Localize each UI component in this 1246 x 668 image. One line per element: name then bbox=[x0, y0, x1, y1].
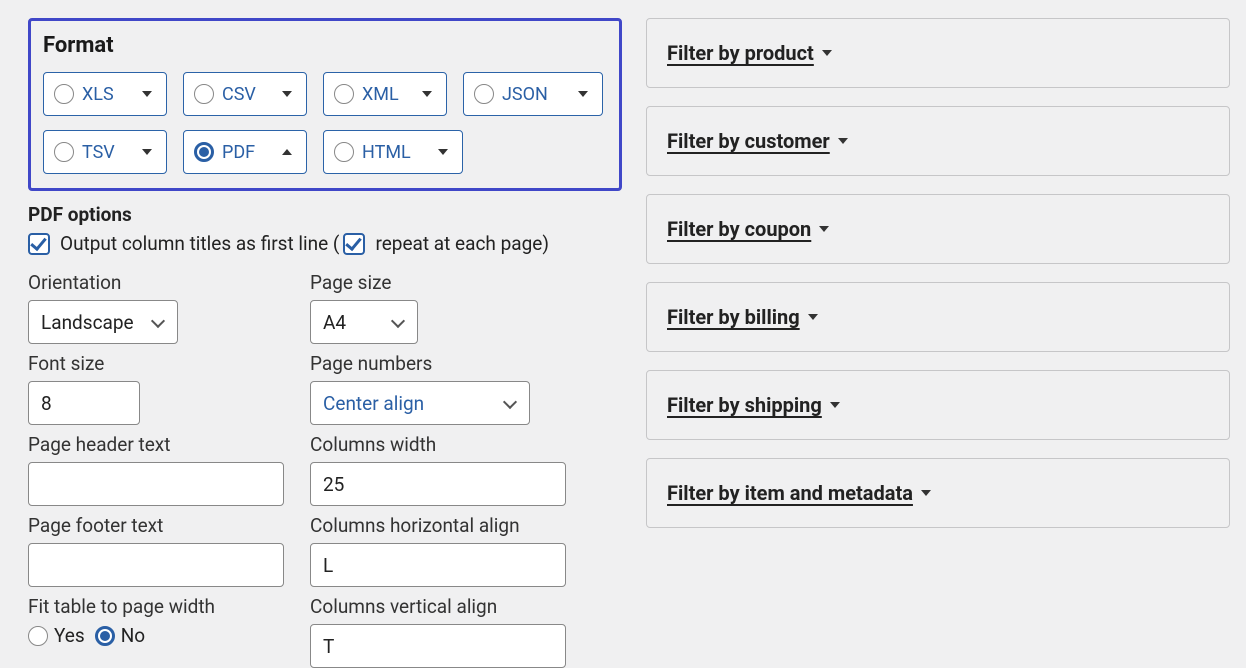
fit-table-radio-group: Yes No bbox=[28, 624, 310, 647]
filter-coupon-label: Filter by coupon bbox=[667, 217, 811, 241]
page-size-select[interactable]: A4 bbox=[310, 300, 418, 344]
caret-down-icon bbox=[142, 149, 152, 155]
fit-table-yes[interactable]: Yes bbox=[28, 624, 85, 647]
caret-down-icon bbox=[822, 50, 832, 56]
page-size-label: Page size bbox=[310, 271, 570, 294]
fit-table-no-label: No bbox=[121, 624, 145, 647]
radio-icon bbox=[334, 84, 354, 104]
caret-down-icon bbox=[578, 91, 588, 97]
radio-selected-icon bbox=[95, 626, 115, 646]
page-numbers-label: Page numbers bbox=[310, 352, 570, 375]
pdf-options-heading: PDF options bbox=[28, 203, 622, 226]
caret-down-icon bbox=[438, 149, 448, 155]
format-option-json[interactable]: JSON bbox=[463, 72, 603, 116]
font-size-label: Font size bbox=[28, 352, 310, 375]
format-option-xls[interactable]: XLS bbox=[43, 72, 167, 116]
format-panel: Format XLS CSV XML bbox=[28, 18, 622, 191]
filter-billing[interactable]: Filter by billing bbox=[646, 282, 1230, 352]
filter-item-metadata-label: Filter by item and metadata bbox=[667, 481, 913, 505]
filter-product[interactable]: Filter by product bbox=[646, 18, 1230, 88]
format-label: TSV bbox=[82, 142, 115, 163]
columns-width-input[interactable] bbox=[310, 462, 566, 506]
format-option-tsv[interactable]: TSV bbox=[43, 130, 167, 174]
caret-down-icon bbox=[921, 490, 931, 496]
columns-width-label: Columns width bbox=[310, 433, 570, 456]
format-option-pdf[interactable]: PDF bbox=[183, 130, 307, 174]
radio-icon bbox=[28, 626, 48, 646]
format-option-xml[interactable]: XML bbox=[323, 72, 447, 116]
radio-icon bbox=[54, 142, 74, 162]
page-numbers-select[interactable]: Center align bbox=[310, 381, 530, 425]
radio-icon bbox=[54, 84, 74, 104]
caret-down-icon bbox=[808, 314, 818, 320]
orientation-value: Landscape bbox=[41, 311, 134, 334]
radio-icon bbox=[334, 142, 354, 162]
page-header-input[interactable] bbox=[28, 462, 284, 506]
caret-down-icon bbox=[819, 226, 829, 232]
page-numbers-value: Center align bbox=[323, 392, 424, 415]
columns-valign-input[interactable] bbox=[310, 624, 566, 668]
format-label: XLS bbox=[82, 84, 114, 105]
fit-table-no[interactable]: No bbox=[95, 624, 145, 647]
orientation-label: Orientation bbox=[28, 271, 310, 294]
output-titles-row: Output column titles as first line ( rep… bbox=[28, 232, 622, 255]
radio-icon bbox=[194, 84, 214, 104]
caret-down-icon bbox=[830, 402, 840, 408]
filter-shipping[interactable]: Filter by shipping bbox=[646, 370, 1230, 440]
output-titles-checkbox[interactable] bbox=[28, 233, 50, 255]
filter-billing-label: Filter by billing bbox=[667, 305, 800, 329]
format-label: XML bbox=[362, 84, 399, 105]
caret-down-icon bbox=[282, 91, 292, 97]
repeat-each-page-checkbox[interactable] bbox=[343, 233, 365, 255]
output-titles-label: Output column titles as first line ( bbox=[60, 232, 339, 255]
caret-up-icon bbox=[282, 149, 292, 155]
format-option-csv[interactable]: CSV bbox=[183, 72, 307, 116]
filter-customer-label: Filter by customer bbox=[667, 129, 830, 153]
caret-down-icon bbox=[838, 138, 848, 144]
caret-down-icon bbox=[142, 91, 152, 97]
pdf-options: PDF options Output column titles as firs… bbox=[28, 203, 622, 668]
format-label: JSON bbox=[502, 84, 548, 105]
columns-halign-label: Columns horizontal align bbox=[310, 514, 570, 537]
page-header-label: Page header text bbox=[28, 433, 310, 456]
format-label: HTML bbox=[362, 142, 411, 163]
repeat-each-page-label: repeat at each page) bbox=[375, 232, 549, 255]
filter-coupon[interactable]: Filter by coupon bbox=[646, 194, 1230, 264]
columns-valign-label: Columns vertical align bbox=[310, 595, 570, 618]
orientation-select[interactable]: Landscape bbox=[28, 300, 178, 344]
font-size-input[interactable] bbox=[28, 381, 140, 425]
columns-halign-input[interactable] bbox=[310, 543, 566, 587]
radio-icon bbox=[474, 84, 494, 104]
filter-shipping-label: Filter by shipping bbox=[667, 393, 822, 417]
format-label: PDF bbox=[222, 142, 255, 163]
fit-table-yes-label: Yes bbox=[54, 624, 85, 647]
chevron-down-icon bbox=[505, 397, 517, 409]
page-footer-label: Page footer text bbox=[28, 514, 310, 537]
page-size-value: A4 bbox=[323, 311, 346, 334]
format-title: Format bbox=[43, 33, 607, 58]
filter-item-metadata[interactable]: Filter by item and metadata bbox=[646, 458, 1230, 528]
format-option-html[interactable]: HTML bbox=[323, 130, 463, 174]
caret-down-icon bbox=[422, 91, 432, 97]
filter-customer[interactable]: Filter by customer bbox=[646, 106, 1230, 176]
page-footer-input[interactable] bbox=[28, 543, 284, 587]
chevron-down-icon bbox=[393, 316, 405, 328]
chevron-down-icon bbox=[153, 316, 165, 328]
format-label: CSV bbox=[222, 84, 256, 105]
fit-table-label: Fit table to page width bbox=[28, 595, 310, 618]
filter-product-label: Filter by product bbox=[667, 41, 814, 65]
radio-selected-icon bbox=[194, 142, 214, 162]
